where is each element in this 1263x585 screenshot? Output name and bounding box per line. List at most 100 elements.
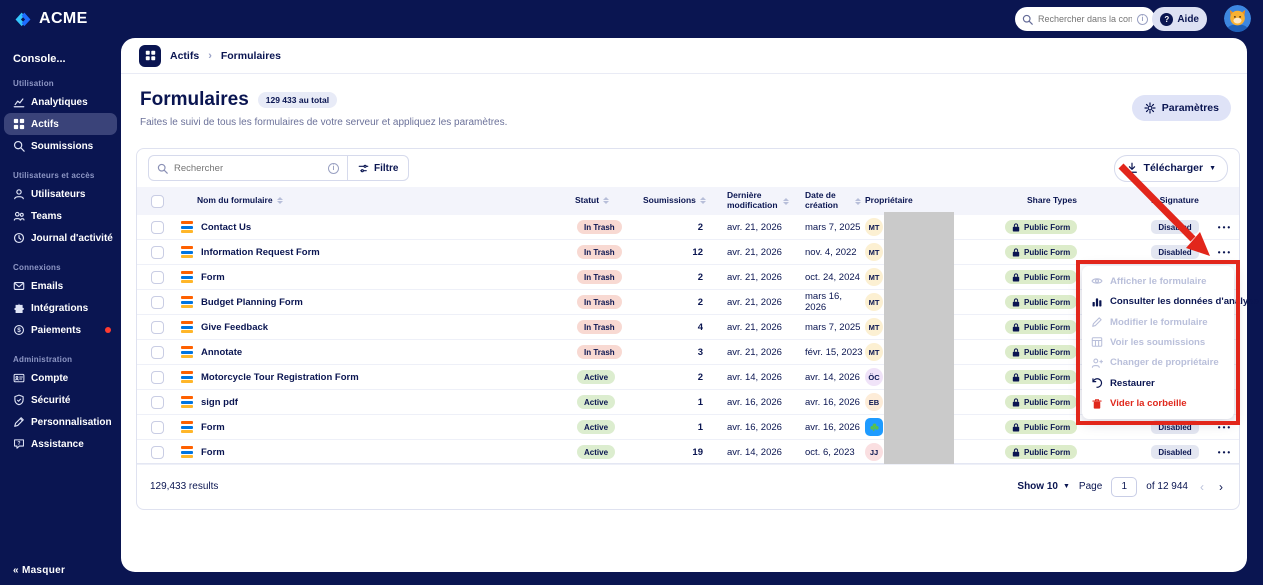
previous-page-button[interactable]: ‹ bbox=[1197, 480, 1207, 494]
table-search[interactable]: i bbox=[149, 156, 347, 180]
row-checkbox[interactable] bbox=[150, 295, 164, 309]
row-checkbox[interactable] bbox=[150, 395, 164, 409]
row-checkbox[interactable] bbox=[150, 320, 164, 334]
search-icon bbox=[13, 140, 25, 152]
grid-icon bbox=[13, 118, 25, 130]
submissions-count: 2 bbox=[697, 296, 703, 308]
sidebar-item-securite[interactable]: Sécurité bbox=[0, 389, 121, 411]
sidebar-item-actifs[interactable]: Actifs bbox=[4, 113, 117, 135]
console-switcher[interactable]: Console... bbox=[0, 38, 121, 65]
admin-console: ACME i ? Aide Console... Uti bbox=[0, 0, 1263, 585]
sidebar-item-integrations[interactable]: Intégrations bbox=[0, 297, 121, 319]
chevron-down-icon: ▼ bbox=[1062, 483, 1070, 490]
select-all-checkbox[interactable] bbox=[150, 194, 164, 208]
collapse-sidebar-button[interactable]: « Masquer bbox=[13, 565, 65, 576]
form-name[interactable]: Give Feedback bbox=[201, 322, 268, 333]
settings-button[interactable]: Paramètres bbox=[1131, 95, 1231, 121]
sidebar-item-analytiques[interactable]: Analytiques bbox=[0, 91, 121, 113]
form-name[interactable]: Information Request Form bbox=[201, 247, 320, 258]
sidebar-item-label: Sécurité bbox=[31, 394, 71, 406]
next-page-button[interactable]: › bbox=[1216, 480, 1226, 494]
row-checkbox[interactable] bbox=[150, 370, 164, 384]
info-icon: i bbox=[328, 162, 339, 174]
submissions-count: 1 bbox=[697, 396, 703, 408]
table-row[interactable]: Motorcycle Tour Registration Form Active… bbox=[137, 365, 1239, 390]
table-row[interactable]: Form In Trash 2 avr. 21, 2026 oct. 24, 2… bbox=[137, 265, 1239, 290]
sidebar-item-paiements[interactable]: $ Paiements bbox=[0, 319, 121, 341]
created-date: avr. 14, 2026 bbox=[805, 371, 860, 383]
form-name[interactable]: Motorcycle Tour Registration Form bbox=[201, 372, 359, 383]
sort-icon bbox=[699, 197, 706, 205]
svg-text:?: ? bbox=[17, 441, 20, 447]
page-number-input[interactable] bbox=[1111, 476, 1138, 497]
modified-date: avr. 21, 2026 bbox=[727, 246, 782, 258]
row-checkbox[interactable] bbox=[150, 345, 164, 359]
sidebar-item-utilisateurs[interactable]: Utilisateurs bbox=[0, 183, 121, 205]
table-row[interactable]: Annotate In Trash 3 avr. 21, 2026 févr. … bbox=[137, 340, 1239, 365]
shield-icon bbox=[14, 394, 24, 406]
row-checkbox[interactable] bbox=[150, 245, 164, 259]
section-label-utilisateurs: Utilisateurs et accès bbox=[13, 171, 95, 180]
form-name[interactable]: Annotate bbox=[201, 347, 242, 358]
row-checkbox[interactable] bbox=[150, 445, 164, 459]
table-row[interactable]: Information Request Form In Trash 12 avr… bbox=[137, 240, 1239, 265]
form-name[interactable]: Contact Us bbox=[201, 222, 251, 233]
table-row[interactable]: Form Active 19 avr. 14, 2026 oct. 6, 202… bbox=[137, 440, 1239, 465]
header-modified[interactable]: Dernière modification bbox=[713, 190, 789, 211]
share-type-badge: Public Form bbox=[1005, 245, 1078, 259]
header-submissions[interactable]: Soumissions bbox=[643, 195, 713, 206]
created-date: mars 16, 2026 bbox=[805, 291, 842, 313]
created-date: mars 7, 2025 bbox=[805, 321, 861, 333]
id-card-icon bbox=[13, 373, 25, 383]
filter-button[interactable]: Filtre bbox=[347, 156, 408, 180]
sidebar-item-label: Teams bbox=[31, 210, 62, 222]
form-name[interactable]: Budget Planning Form bbox=[201, 297, 303, 308]
breadcrumb-grid-icon bbox=[139, 44, 161, 67]
lock-icon bbox=[1012, 222, 1020, 231]
show-per-page-select[interactable]: Show 10 ▼ bbox=[1017, 481, 1070, 492]
row-actions-button[interactable]: ••• bbox=[1218, 448, 1232, 457]
breadcrumb-separator: › bbox=[208, 49, 212, 62]
team-icon bbox=[13, 211, 25, 221]
table-row[interactable]: Give Feedback In Trash 4 avr. 21, 2026 m… bbox=[137, 315, 1239, 340]
status-badge: Active bbox=[577, 395, 616, 409]
sidebar-item-personnalisation[interactable]: Personnalisation bbox=[0, 411, 121, 433]
share-type-badge: Public Form bbox=[1005, 270, 1078, 284]
breadcrumb-parent[interactable]: Actifs bbox=[170, 50, 199, 62]
table-row[interactable]: Contact Us In Trash 2 avr. 21, 2026 mars… bbox=[137, 215, 1239, 240]
form-name[interactable]: Form bbox=[201, 447, 225, 458]
row-checkbox[interactable] bbox=[150, 220, 164, 234]
sort-icon bbox=[855, 197, 861, 205]
form-name[interactable]: sign pdf bbox=[201, 397, 238, 408]
sidebar-item-emails[interactable]: Emails bbox=[0, 275, 121, 297]
form-name[interactable]: Form bbox=[201, 272, 225, 283]
form-name[interactable]: Form bbox=[201, 422, 225, 433]
sidebar-item-teams[interactable]: Teams bbox=[0, 205, 121, 227]
table-row[interactable]: Form Active 1 avr. 16, 2026 avr. 16, 202… bbox=[137, 415, 1239, 440]
main-panel: Actifs › Formulaires Formulaires 129 433… bbox=[121, 38, 1259, 572]
header-name[interactable]: Nom du formulaire bbox=[177, 195, 575, 206]
user-avatar[interactable] bbox=[1224, 5, 1251, 32]
help-button[interactable]: ? Aide bbox=[1152, 7, 1207, 31]
sidebar-item-label: Soumissions bbox=[31, 140, 94, 152]
header-status[interactable]: Statut bbox=[575, 195, 643, 206]
row-checkbox[interactable] bbox=[150, 420, 164, 434]
share-type-badge: Public Form bbox=[1005, 295, 1078, 309]
forms-table-card: i Filtre Télécharger ▼ Nom du formulaire… bbox=[136, 148, 1240, 510]
sidebar-item-soumissions[interactable]: Soumissions bbox=[0, 135, 121, 157]
table-search-input[interactable] bbox=[174, 162, 322, 174]
console-search[interactable]: i bbox=[1015, 7, 1155, 31]
row-checkbox[interactable] bbox=[150, 270, 164, 284]
sidebar-item-compte[interactable]: Compte bbox=[0, 367, 121, 389]
section-label-connexions: Connexions bbox=[13, 263, 61, 272]
status-badge: In Trash bbox=[577, 270, 622, 284]
form-icon bbox=[181, 346, 193, 358]
header-created[interactable]: Date de création bbox=[791, 190, 861, 211]
owner-avatar: MT bbox=[865, 293, 883, 311]
table-row[interactable]: sign pdf Active 1 avr. 16, 2026 avr. 16,… bbox=[137, 390, 1239, 415]
user-icon bbox=[14, 189, 24, 200]
table-row[interactable]: Budget Planning Form In Trash 2 avr. 21,… bbox=[137, 290, 1239, 315]
console-search-input[interactable] bbox=[1038, 14, 1132, 24]
sidebar-item-assistance[interactable]: ? Assistance bbox=[0, 433, 121, 455]
sidebar-item-journal[interactable]: Journal d'activité bbox=[0, 227, 121, 249]
